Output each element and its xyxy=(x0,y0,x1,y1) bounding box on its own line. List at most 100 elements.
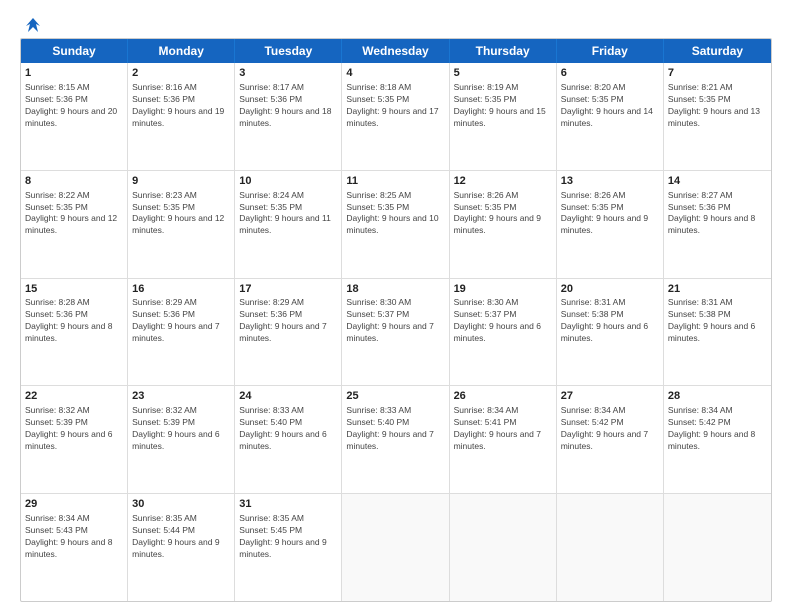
logo-bird-icon xyxy=(24,16,42,34)
day-info: Sunrise: 8:29 AMSunset: 5:36 PMDaylight:… xyxy=(239,297,337,345)
header-day-sunday: Sunday xyxy=(21,39,128,63)
day-number: 24 xyxy=(239,389,337,404)
day-number: 12 xyxy=(454,174,552,189)
day-number: 9 xyxy=(132,174,230,189)
header-day-monday: Monday xyxy=(128,39,235,63)
day-cell-1: 1Sunrise: 8:15 AMSunset: 5:36 PMDaylight… xyxy=(21,63,128,170)
week-row-5: 29Sunrise: 8:34 AMSunset: 5:43 PMDayligh… xyxy=(21,493,771,601)
day-info: Sunrise: 8:34 AMSunset: 5:42 PMDaylight:… xyxy=(668,405,767,453)
day-cell-20: 20Sunrise: 8:31 AMSunset: 5:38 PMDayligh… xyxy=(557,279,664,386)
day-info: Sunrise: 8:19 AMSunset: 5:35 PMDaylight:… xyxy=(454,82,552,130)
day-cell-5: 5Sunrise: 8:19 AMSunset: 5:35 PMDaylight… xyxy=(450,63,557,170)
calendar: SundayMondayTuesdayWednesdayThursdayFrid… xyxy=(20,38,772,602)
day-number: 23 xyxy=(132,389,230,404)
day-cell-13: 13Sunrise: 8:26 AMSunset: 5:35 PMDayligh… xyxy=(557,171,664,278)
day-cell-10: 10Sunrise: 8:24 AMSunset: 5:35 PMDayligh… xyxy=(235,171,342,278)
day-cell-31: 31Sunrise: 8:35 AMSunset: 5:45 PMDayligh… xyxy=(235,494,342,601)
day-number: 7 xyxy=(668,66,767,81)
day-number: 27 xyxy=(561,389,659,404)
day-number: 6 xyxy=(561,66,659,81)
day-number: 1 xyxy=(25,66,123,81)
day-info: Sunrise: 8:29 AMSunset: 5:36 PMDaylight:… xyxy=(132,297,230,345)
day-info: Sunrise: 8:27 AMSunset: 5:36 PMDaylight:… xyxy=(668,190,767,238)
header-day-wednesday: Wednesday xyxy=(342,39,449,63)
day-cell-16: 16Sunrise: 8:29 AMSunset: 5:36 PMDayligh… xyxy=(128,279,235,386)
day-cell-17: 17Sunrise: 8:29 AMSunset: 5:36 PMDayligh… xyxy=(235,279,342,386)
day-cell-19: 19Sunrise: 8:30 AMSunset: 5:37 PMDayligh… xyxy=(450,279,557,386)
day-number: 25 xyxy=(346,389,444,404)
day-number: 11 xyxy=(346,174,444,189)
day-cell-2: 2Sunrise: 8:16 AMSunset: 5:36 PMDaylight… xyxy=(128,63,235,170)
day-number: 31 xyxy=(239,497,337,512)
calendar-body: 1Sunrise: 8:15 AMSunset: 5:36 PMDaylight… xyxy=(21,63,771,601)
day-info: Sunrise: 8:24 AMSunset: 5:35 PMDaylight:… xyxy=(239,190,337,238)
week-row-1: 1Sunrise: 8:15 AMSunset: 5:36 PMDaylight… xyxy=(21,63,771,170)
day-number: 5 xyxy=(454,66,552,81)
day-info: Sunrise: 8:21 AMSunset: 5:35 PMDaylight:… xyxy=(668,82,767,130)
day-cell-empty-4-4 xyxy=(450,494,557,601)
day-info: Sunrise: 8:32 AMSunset: 5:39 PMDaylight:… xyxy=(132,405,230,453)
day-info: Sunrise: 8:25 AMSunset: 5:35 PMDaylight:… xyxy=(346,190,444,238)
page: SundayMondayTuesdayWednesdayThursdayFrid… xyxy=(0,0,792,612)
header-day-friday: Friday xyxy=(557,39,664,63)
day-info: Sunrise: 8:34 AMSunset: 5:43 PMDaylight:… xyxy=(25,513,123,561)
day-info: Sunrise: 8:26 AMSunset: 5:35 PMDaylight:… xyxy=(454,190,552,238)
day-info: Sunrise: 8:20 AMSunset: 5:35 PMDaylight:… xyxy=(561,82,659,130)
day-cell-6: 6Sunrise: 8:20 AMSunset: 5:35 PMDaylight… xyxy=(557,63,664,170)
day-cell-21: 21Sunrise: 8:31 AMSunset: 5:38 PMDayligh… xyxy=(664,279,771,386)
day-info: Sunrise: 8:15 AMSunset: 5:36 PMDaylight:… xyxy=(25,82,123,130)
header-day-thursday: Thursday xyxy=(450,39,557,63)
day-cell-24: 24Sunrise: 8:33 AMSunset: 5:40 PMDayligh… xyxy=(235,386,342,493)
day-number: 17 xyxy=(239,282,337,297)
day-number: 13 xyxy=(561,174,659,189)
day-info: Sunrise: 8:16 AMSunset: 5:36 PMDaylight:… xyxy=(132,82,230,130)
header xyxy=(20,16,772,30)
day-cell-18: 18Sunrise: 8:30 AMSunset: 5:37 PMDayligh… xyxy=(342,279,449,386)
day-info: Sunrise: 8:33 AMSunset: 5:40 PMDaylight:… xyxy=(239,405,337,453)
day-number: 28 xyxy=(668,389,767,404)
header-day-saturday: Saturday xyxy=(664,39,771,63)
calendar-header: SundayMondayTuesdayWednesdayThursdayFrid… xyxy=(21,39,771,63)
week-row-3: 15Sunrise: 8:28 AMSunset: 5:36 PMDayligh… xyxy=(21,278,771,386)
day-cell-29: 29Sunrise: 8:34 AMSunset: 5:43 PMDayligh… xyxy=(21,494,128,601)
day-cell-empty-4-3 xyxy=(342,494,449,601)
day-number: 18 xyxy=(346,282,444,297)
day-info: Sunrise: 8:23 AMSunset: 5:35 PMDaylight:… xyxy=(132,190,230,238)
day-cell-empty-4-6 xyxy=(664,494,771,601)
day-cell-30: 30Sunrise: 8:35 AMSunset: 5:44 PMDayligh… xyxy=(128,494,235,601)
day-number: 26 xyxy=(454,389,552,404)
day-number: 8 xyxy=(25,174,123,189)
day-info: Sunrise: 8:34 AMSunset: 5:41 PMDaylight:… xyxy=(454,405,552,453)
day-info: Sunrise: 8:33 AMSunset: 5:40 PMDaylight:… xyxy=(346,405,444,453)
day-info: Sunrise: 8:35 AMSunset: 5:44 PMDaylight:… xyxy=(132,513,230,561)
day-cell-4: 4Sunrise: 8:18 AMSunset: 5:35 PMDaylight… xyxy=(342,63,449,170)
day-cell-3: 3Sunrise: 8:17 AMSunset: 5:36 PMDaylight… xyxy=(235,63,342,170)
day-number: 3 xyxy=(239,66,337,81)
day-number: 2 xyxy=(132,66,230,81)
day-cell-14: 14Sunrise: 8:27 AMSunset: 5:36 PMDayligh… xyxy=(664,171,771,278)
week-row-4: 22Sunrise: 8:32 AMSunset: 5:39 PMDayligh… xyxy=(21,385,771,493)
day-cell-27: 27Sunrise: 8:34 AMSunset: 5:42 PMDayligh… xyxy=(557,386,664,493)
day-cell-7: 7Sunrise: 8:21 AMSunset: 5:35 PMDaylight… xyxy=(664,63,771,170)
day-info: Sunrise: 8:31 AMSunset: 5:38 PMDaylight:… xyxy=(668,297,767,345)
day-cell-22: 22Sunrise: 8:32 AMSunset: 5:39 PMDayligh… xyxy=(21,386,128,493)
day-cell-8: 8Sunrise: 8:22 AMSunset: 5:35 PMDaylight… xyxy=(21,171,128,278)
day-info: Sunrise: 8:32 AMSunset: 5:39 PMDaylight:… xyxy=(25,405,123,453)
day-number: 21 xyxy=(668,282,767,297)
day-info: Sunrise: 8:35 AMSunset: 5:45 PMDaylight:… xyxy=(239,513,337,561)
logo xyxy=(20,16,42,30)
day-cell-9: 9Sunrise: 8:23 AMSunset: 5:35 PMDaylight… xyxy=(128,171,235,278)
day-cell-11: 11Sunrise: 8:25 AMSunset: 5:35 PMDayligh… xyxy=(342,171,449,278)
day-info: Sunrise: 8:17 AMSunset: 5:36 PMDaylight:… xyxy=(239,82,337,130)
day-info: Sunrise: 8:31 AMSunset: 5:38 PMDaylight:… xyxy=(561,297,659,345)
day-number: 16 xyxy=(132,282,230,297)
day-number: 15 xyxy=(25,282,123,297)
logo-text xyxy=(20,16,42,34)
day-info: Sunrise: 8:26 AMSunset: 5:35 PMDaylight:… xyxy=(561,190,659,238)
day-info: Sunrise: 8:28 AMSunset: 5:36 PMDaylight:… xyxy=(25,297,123,345)
day-info: Sunrise: 8:30 AMSunset: 5:37 PMDaylight:… xyxy=(346,297,444,345)
day-number: 19 xyxy=(454,282,552,297)
day-number: 10 xyxy=(239,174,337,189)
day-cell-15: 15Sunrise: 8:28 AMSunset: 5:36 PMDayligh… xyxy=(21,279,128,386)
day-number: 22 xyxy=(25,389,123,404)
